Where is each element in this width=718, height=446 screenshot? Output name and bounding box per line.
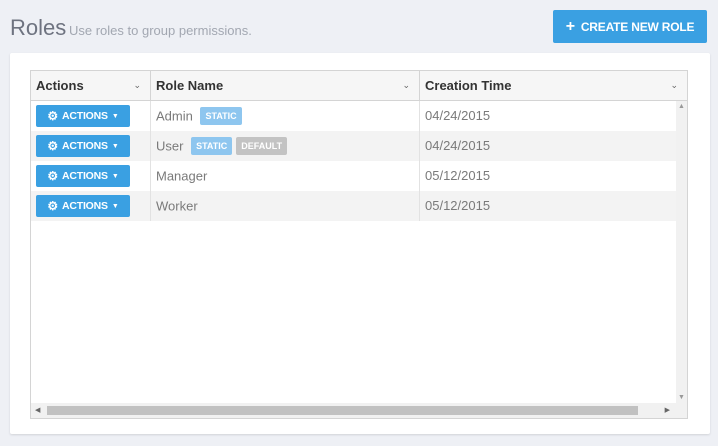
- creation-time-cell: 04/24/2015: [425, 138, 491, 153]
- scroll-down-icon[interactable]: ▼: [676, 394, 687, 401]
- role-name: Manager: [156, 168, 208, 184]
- scroll-up-icon[interactable]: ▲: [676, 103, 687, 110]
- role-name: Worker: [156, 198, 198, 214]
- creation-time-cell: 05/12/2015: [425, 198, 491, 213]
- create-new-role-button[interactable]: + CREATE NEW ROLE: [553, 10, 707, 43]
- table-row: ⚙ ACTIONS ▼ Manager 05/12/2015: [31, 161, 676, 191]
- actions-cell: ⚙ ACTIONS ▼: [31, 101, 151, 131]
- actions-button[interactable]: ⚙ ACTIONS ▼: [36, 135, 130, 157]
- roles-card: Actions ⌄ Role Name ⌄ Creation Time ⌄ ⚙ …: [10, 53, 710, 434]
- caret-down-icon: ▼: [111, 142, 119, 150]
- page-title: Roles: [10, 15, 67, 40]
- page-subtitle: Use roles to group permissions.: [69, 23, 252, 38]
- chevron-down-icon[interactable]: ⌄: [402, 71, 410, 100]
- actions-button[interactable]: ⚙ ACTIONS ▼: [36, 195, 130, 217]
- caret-down-icon: ▼: [111, 202, 119, 210]
- static-badge: STATIC: [191, 136, 233, 155]
- actions-label: ACTIONS: [61, 139, 108, 152]
- chevron-down-icon[interactable]: ⌄: [670, 71, 678, 100]
- scroll-right-icon[interactable]: ▶: [665, 403, 670, 418]
- column-header-actions[interactable]: Actions ⌄: [31, 71, 151, 100]
- role-name: Admin: [156, 108, 193, 124]
- horizontal-scrollbar[interactable]: ◀ ▶: [31, 403, 676, 418]
- gear-icon: ⚙: [47, 139, 58, 153]
- page-header: Roles Use roles to group permissions. + …: [10, 10, 708, 46]
- actions-cell: ⚙ ACTIONS ▼: [31, 131, 151, 161]
- create-new-role-label: CREATE NEW ROLE: [580, 19, 695, 34]
- actions-button[interactable]: ⚙ ACTIONS ▼: [36, 105, 130, 127]
- plus-icon: +: [565, 17, 575, 35]
- static-badge: STATIC: [200, 106, 242, 125]
- caret-down-icon: ▼: [111, 112, 119, 120]
- grid-rows: ⚙ ACTIONS ▼ Admin STATIC 04/24/2015 ⚙ AC…: [31, 101, 676, 221]
- creation-time-cell: 04/24/2015: [425, 108, 491, 123]
- vertical-scrollbar[interactable]: ▲ ▼: [676, 101, 687, 403]
- role-name-cell: User STATIC DEFAULT: [151, 131, 420, 161]
- role-name: User: [156, 138, 184, 154]
- actions-label: ACTIONS: [61, 109, 108, 122]
- creation-time-cell: 05/12/2015: [425, 168, 491, 183]
- scrollbar-corner: [676, 403, 687, 418]
- gear-icon: ⚙: [47, 169, 58, 183]
- table-row: ⚙ ACTIONS ▼ User STATIC DEFAULT 04/24/201…: [31, 131, 676, 161]
- actions-button[interactable]: ⚙ ACTIONS ▼: [36, 165, 130, 187]
- table-row: ⚙ ACTIONS ▼ Worker 05/12/2015: [31, 191, 676, 221]
- horizontal-scroll-thumb[interactable]: [47, 406, 638, 415]
- column-header-label: Creation Time: [425, 78, 512, 93]
- grid-header: Actions ⌄ Role Name ⌄ Creation Time ⌄: [31, 71, 687, 101]
- scroll-left-icon[interactable]: ◀: [35, 403, 40, 418]
- column-header-role-name[interactable]: Role Name ⌄: [151, 71, 420, 100]
- role-name-cell: Admin STATIC: [151, 101, 420, 131]
- gear-icon: ⚙: [47, 199, 58, 213]
- actions-cell: ⚙ ACTIONS ▼: [31, 161, 151, 191]
- gear-icon: ⚙: [47, 109, 58, 123]
- role-name-cell: Manager: [151, 161, 420, 191]
- column-header-label: Actions: [36, 78, 84, 93]
- actions-cell: ⚙ ACTIONS ▼: [31, 191, 151, 221]
- roles-grid: Actions ⌄ Role Name ⌄ Creation Time ⌄ ⚙ …: [30, 70, 688, 419]
- chevron-down-icon[interactable]: ⌄: [133, 71, 141, 100]
- column-header-label: Role Name: [156, 78, 224, 93]
- role-name-cell: Worker: [151, 191, 420, 221]
- caret-down-icon: ▼: [111, 172, 119, 180]
- column-header-creation-time[interactable]: Creation Time ⌄: [420, 71, 687, 100]
- default-badge: DEFAULT: [236, 136, 288, 155]
- actions-label: ACTIONS: [61, 169, 108, 182]
- table-row: ⚙ ACTIONS ▼ Admin STATIC 04/24/2015: [31, 101, 676, 131]
- actions-label: ACTIONS: [61, 199, 108, 212]
